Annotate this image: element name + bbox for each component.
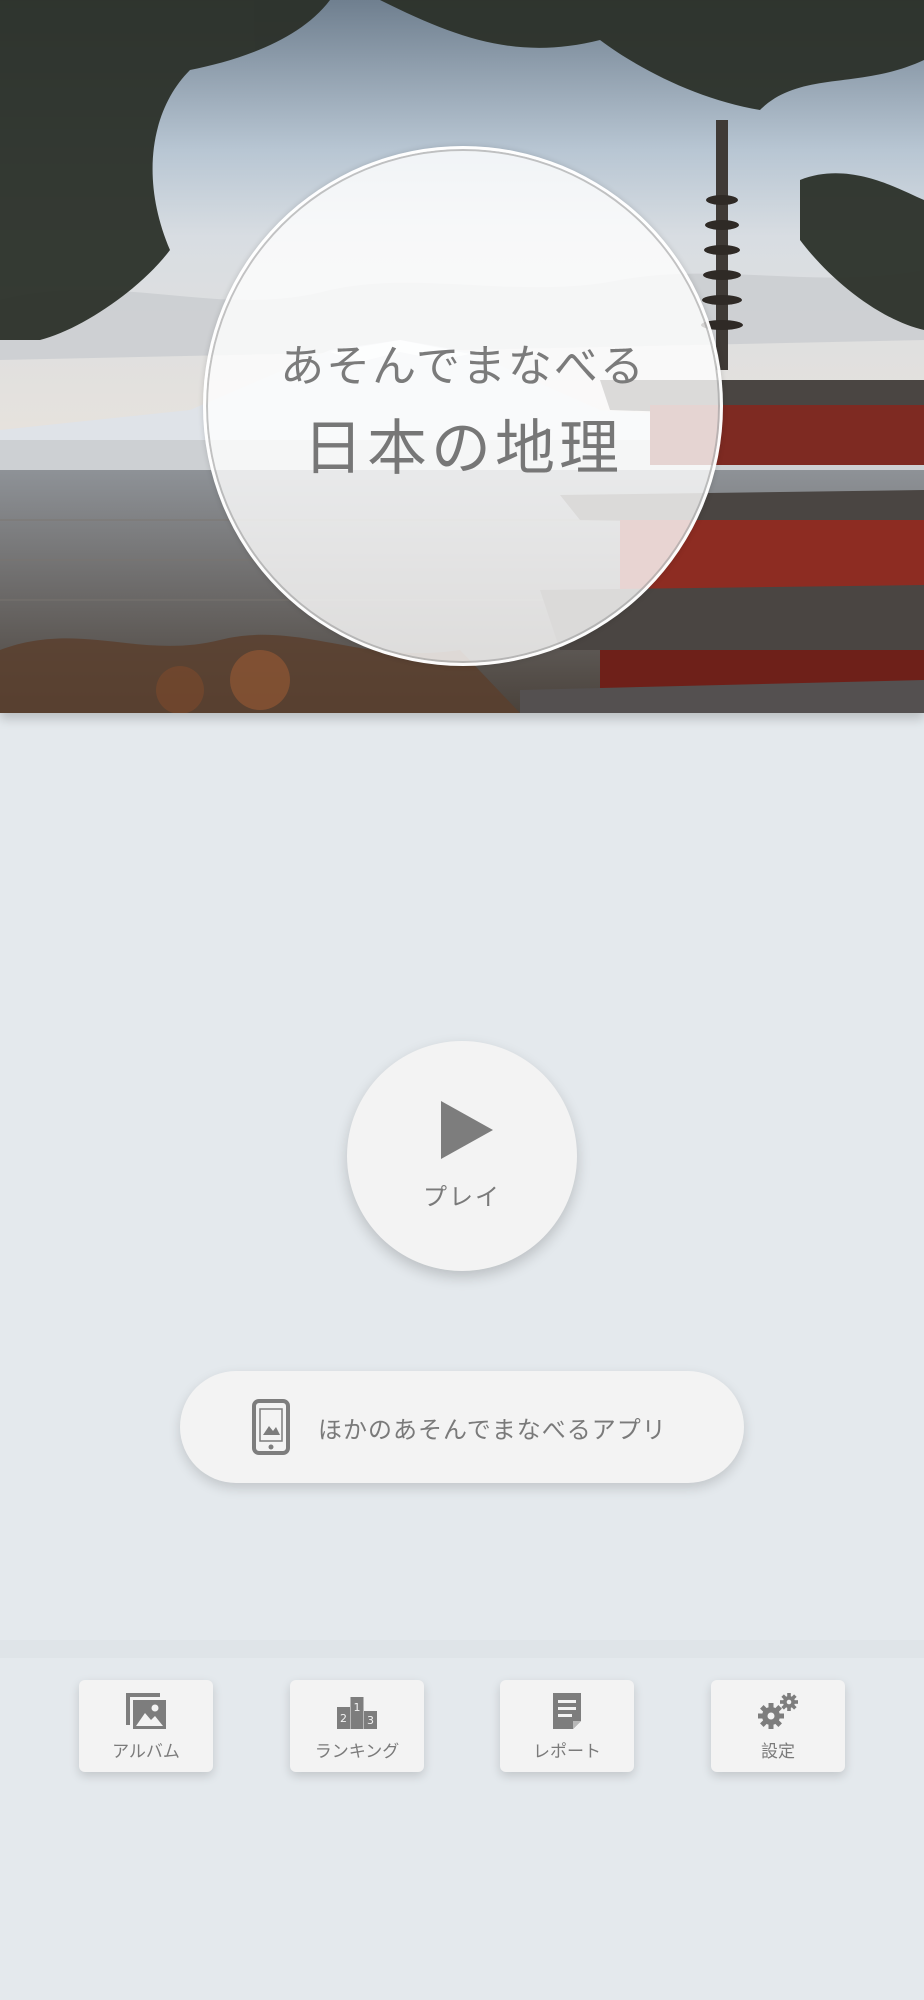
other-apps-button[interactable]: ほかのあそんでまなべるアプリ xyxy=(180,1371,744,1483)
nav-ranking-label: ランキング xyxy=(314,1741,400,1762)
hero-banner: あそんでまなべる 日本の地理 xyxy=(0,0,924,713)
app-title: 日本の地理 xyxy=(303,413,623,484)
title-circle: あそんでまなべる 日本の地理 xyxy=(203,146,723,666)
ranking-podium-icon: 2 1 3 xyxy=(337,1696,377,1729)
app-root: あそんでまなべる 日本の地理 プレイ ほかのあそんでまなべるアプリ アルバム 2… xyxy=(0,0,924,2000)
nav-album-label: アルバム xyxy=(112,1741,180,1762)
smartphone-icon xyxy=(252,1399,290,1455)
nav-report-label: レポート xyxy=(533,1741,601,1762)
svg-text:3: 3 xyxy=(367,1714,374,1727)
report-icon xyxy=(553,1692,581,1729)
nav-ranking-button[interactable]: 2 1 3 ランキング xyxy=(290,1680,424,1772)
album-icon xyxy=(126,1692,166,1729)
svg-text:2: 2 xyxy=(340,1712,347,1725)
gear-icon xyxy=(758,1692,798,1729)
other-apps-label: ほかのあそんでまなべるアプリ xyxy=(318,1415,667,1444)
app-subtitle: あそんでまなべる xyxy=(280,340,646,392)
nav-album-button[interactable]: アルバム xyxy=(79,1680,213,1772)
nav-settings-button[interactable]: 設定 xyxy=(711,1680,845,1772)
play-icon xyxy=(441,1100,493,1159)
nav-report-button[interactable]: レポート xyxy=(500,1680,634,1772)
play-button[interactable]: プレイ xyxy=(347,1041,577,1271)
play-label: プレイ xyxy=(423,1182,501,1211)
svg-text:1: 1 xyxy=(354,1701,361,1714)
nav-settings-label: 設定 xyxy=(761,1741,795,1762)
